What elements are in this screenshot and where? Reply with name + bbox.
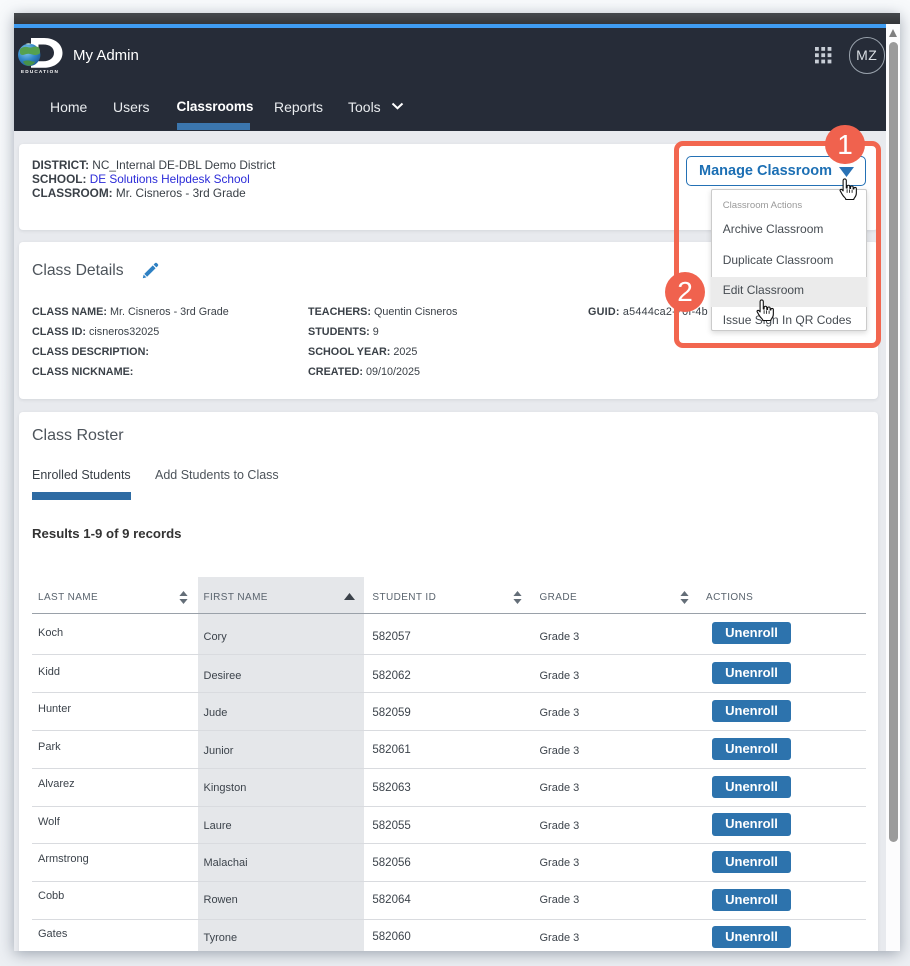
svg-text:EDUCATION: EDUCATION — [21, 69, 59, 75]
